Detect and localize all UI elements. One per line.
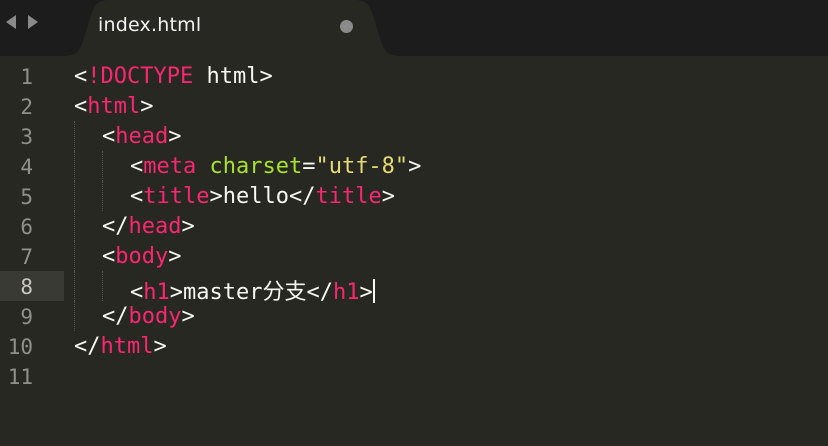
code-text[interactable]: <title>hello</title>	[130, 184, 395, 209]
indent-guide	[74, 181, 75, 211]
code-text[interactable]: </html>	[74, 334, 167, 359]
line-number: 11	[7, 365, 33, 389]
code-line: 6 </head>	[0, 211, 828, 241]
text-cursor	[372, 279, 375, 303]
line-number: 4	[20, 155, 33, 179]
tab-bar: index.html	[0, 0, 828, 56]
code-text[interactable]: <!DOCTYPE html>	[74, 64, 273, 89]
triangle-left-icon	[6, 15, 16, 29]
indent-guide	[74, 301, 75, 331]
line-number: 8	[20, 275, 33, 299]
code-line: 7 <body>	[0, 241, 828, 271]
indent-guide	[74, 151, 75, 181]
line-number: 9	[20, 305, 33, 329]
code-line: 3 <head>	[0, 121, 828, 151]
line-number: 6	[20, 215, 33, 239]
code-line: 5 <title>hello</title>	[0, 181, 828, 211]
code-text[interactable]: </body>	[102, 304, 195, 329]
code-line: 9 </body>	[0, 301, 828, 331]
tab-index-html[interactable]: index.html	[62, 0, 402, 56]
forward-button[interactable]	[22, 8, 44, 36]
line-number: 3	[20, 125, 33, 149]
code-line-current: 8 <h1>master分支</h1>	[0, 271, 828, 305]
back-button[interactable]	[0, 8, 22, 36]
indent-guide	[102, 271, 103, 301]
code-text[interactable]: <meta charset="utf-8">	[130, 154, 421, 179]
code-editor[interactable]: 1 <!DOCTYPE html> 2 <html> 3 <head> 4 <m…	[0, 56, 828, 446]
code-line: 11	[0, 361, 828, 391]
line-number: 2	[20, 95, 33, 119]
navigation-arrows	[0, 8, 44, 36]
code-text[interactable]: </head>	[102, 214, 195, 239]
code-text[interactable]: <head>	[102, 124, 181, 149]
code-line: 1 <!DOCTYPE html>	[0, 61, 828, 91]
indent-guide	[74, 271, 75, 301]
code-line: 10 </html>	[0, 331, 828, 361]
line-number: 10	[7, 335, 33, 359]
code-text[interactable]: <html>	[74, 94, 153, 119]
indent-guide	[74, 121, 75, 151]
tab-title: index.html	[98, 14, 202, 36]
unsaved-dot-icon[interactable]	[340, 20, 353, 33]
indent-guide	[102, 181, 103, 211]
indent-guide	[102, 151, 103, 181]
indent-guide	[74, 241, 75, 271]
indent-guide	[74, 211, 75, 241]
triangle-right-icon	[28, 15, 38, 29]
code-line: 4 <meta charset="utf-8">	[0, 151, 828, 181]
line-number: 1	[20, 65, 33, 89]
line-number: 5	[20, 185, 33, 209]
line-number: 7	[20, 245, 33, 269]
code-text[interactable]: <body>	[102, 244, 181, 269]
editor-window: index.html 1 <!DOCTYPE html> 2 <html> 3 …	[0, 0, 828, 446]
code-line: 2 <html>	[0, 91, 828, 121]
